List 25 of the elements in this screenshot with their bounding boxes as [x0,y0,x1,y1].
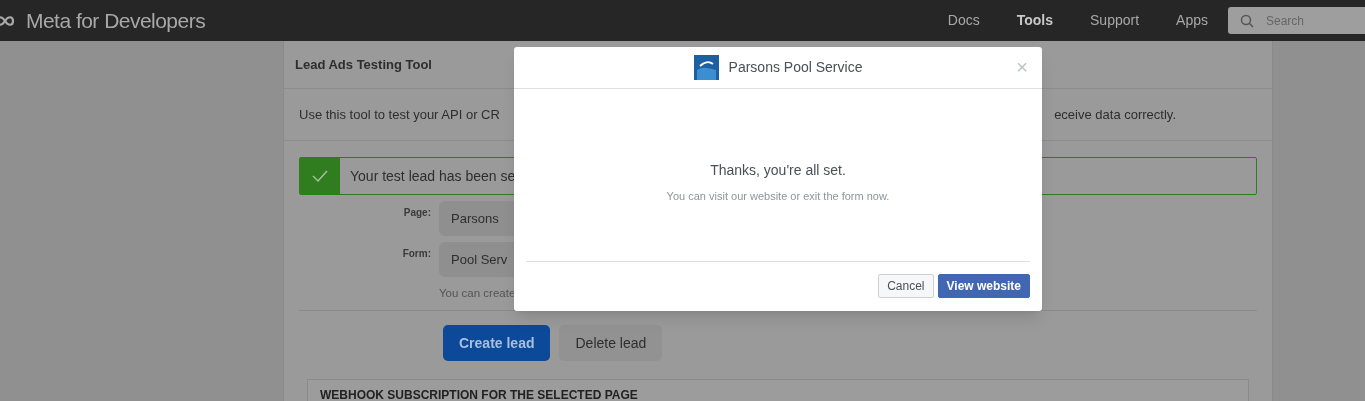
banner-text: Your test lead has been se [350,166,516,186]
field-label: Form: [401,247,431,261]
description-text: Use this tool to test your API or CR [299,105,500,124]
dialog-button[interactable]: Cancel [878,274,934,298]
nav-link[interactable]: Support [1090,10,1140,31]
select-field[interactable]: Pool Serv [439,242,514,277]
check-icon [312,170,328,182]
panel-title: Lead Ads Testing Tool [295,55,432,74]
nav-link[interactable]: Tools [1016,10,1054,31]
hint-text: You can create [439,286,516,301]
dialog-button[interactable]: View website [937,274,1030,298]
action-button[interactable]: Delete lead [559,325,663,362]
search-field[interactable]: Search [1228,7,1365,34]
dialog-title: Parsons Pool Service [728,58,863,77]
nav-link[interactable]: Apps [1176,10,1208,31]
company-logo-icon [693,55,719,80]
field-label: Page: [402,206,431,220]
message-subtext: You can visit our website or exit the form now. [666,189,890,204]
description-text: eceive data correctly. [1054,105,1176,124]
action-button[interactable]: Create lead [443,325,551,362]
section-heading: WEBHOOK SUBSCRIPTION FOR THE SELECTED PAGE [320,388,639,401]
message-text: Thanks, you're all set. [710,161,846,180]
select-field[interactable]: Parsons [439,201,514,236]
nav-link[interactable]: Docs [947,10,980,31]
logo-text[interactable]: Meta for Developers [26,4,206,37]
